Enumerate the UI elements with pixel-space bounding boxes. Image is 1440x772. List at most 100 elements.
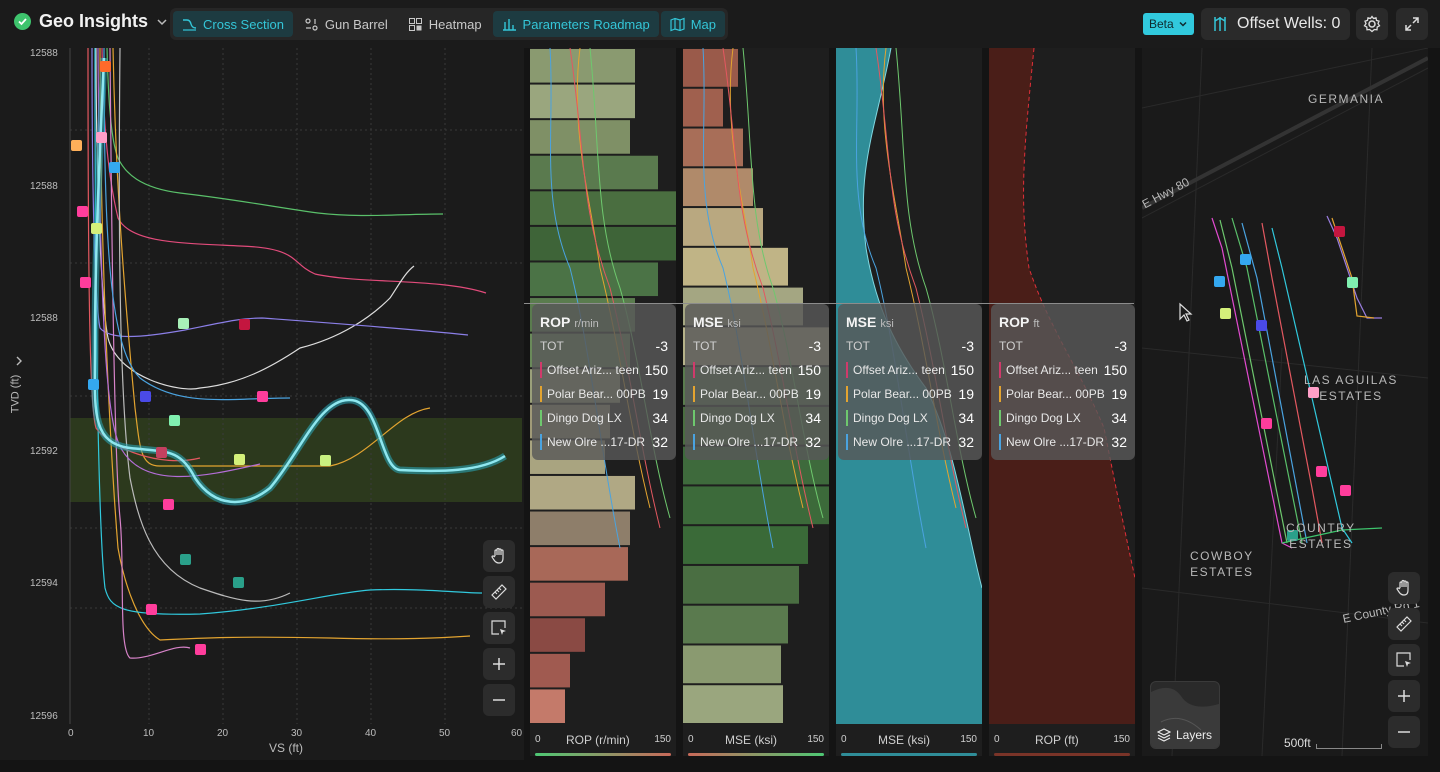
- track-tooltip: ROP ft TOT -3 Offset Ariz... teen 150 Polar…: [991, 304, 1135, 460]
- select-area-icon: [1396, 652, 1411, 667]
- tab-label: Map: [690, 16, 717, 32]
- track-axis-label: MSE (ksi): [725, 733, 777, 747]
- well-marker[interactable]: [195, 644, 206, 655]
- x-tick: 40: [365, 728, 377, 739]
- well-marker[interactable]: [180, 554, 191, 565]
- well-marker[interactable]: [233, 577, 244, 588]
- tab-cross-section[interactable]: Cross Section: [173, 11, 293, 37]
- well-marker[interactable]: [88, 379, 99, 390]
- well-marker[interactable]: [100, 61, 111, 72]
- well-marker[interactable]: [71, 140, 82, 151]
- x-tick: 10: [143, 728, 155, 739]
- chevron-down-icon: [1179, 21, 1187, 27]
- well-marker[interactable]: [234, 454, 245, 465]
- x-tick: 30: [291, 728, 303, 739]
- map-zoom-out-button[interactable]: [1388, 716, 1420, 748]
- x-tick: 20: [217, 728, 229, 739]
- well-marker[interactable]: [320, 455, 331, 466]
- x-axis-label: VS (ft): [269, 741, 304, 755]
- well-marker[interactable]: [146, 604, 157, 615]
- well-marker[interactable]: [257, 391, 268, 402]
- map-scale-bar: [1316, 744, 1382, 749]
- map-zoom-in-button[interactable]: [1388, 680, 1420, 712]
- plus-icon: [1398, 690, 1410, 702]
- hand-icon: [1396, 579, 1409, 596]
- well-marker[interactable]: [156, 447, 167, 458]
- hand-icon: [491, 547, 504, 564]
- well-marker[interactable]: [1240, 254, 1251, 265]
- x-tick: 50: [439, 728, 451, 739]
- tab-gun-barrel[interactable]: Gun Barrel: [295, 11, 397, 37]
- well-marker[interactable]: [1256, 320, 1267, 331]
- tab-label: Cross Section: [203, 16, 284, 32]
- map-panel[interactable]: GERMANIA E Hwy 80 LAS AGUILAS ESTATES CO…: [1142, 48, 1428, 756]
- well-marker[interactable]: [140, 391, 151, 402]
- well-marker[interactable]: [1334, 226, 1345, 237]
- track-max: 150: [1113, 734, 1130, 745]
- well-marker[interactable]: [169, 415, 180, 426]
- tab-heatmap[interactable]: Heatmap: [399, 11, 491, 37]
- ruler-button[interactable]: [483, 576, 515, 608]
- well-marker[interactable]: [80, 277, 91, 288]
- tooltip-title: ROP ft: [999, 314, 1040, 330]
- well-marker[interactable]: [239, 319, 250, 330]
- ruler-icon: [491, 584, 507, 600]
- well-marker[interactable]: [77, 206, 88, 217]
- well-marker[interactable]: [1316, 466, 1327, 477]
- tab-label: Gun Barrel: [324, 16, 388, 32]
- track-min: 0: [535, 734, 541, 745]
- track-footer: 0 ROP (ft) 150: [989, 727, 1135, 756]
- zoom-out-button[interactable]: [483, 684, 515, 716]
- parameters-roadmap-icon: [502, 18, 516, 31]
- layers-label: Layers: [1176, 728, 1213, 742]
- top-bar: Geo Insights Cross Section Gun Barrel He…: [0, 0, 1440, 48]
- tab-parameters-roadmap[interactable]: Parameters Roadmap: [492, 11, 659, 37]
- minus-icon: [493, 699, 505, 701]
- offset-wells-button[interactable]: Offset Wells: 0: [1201, 8, 1351, 40]
- expand-icon: [1405, 17, 1419, 31]
- track-footer: 0 ROP (r/min) 150: [530, 727, 676, 756]
- track-max: 150: [960, 734, 977, 745]
- beta-label: Beta: [1149, 17, 1174, 31]
- map-ruler-button[interactable]: [1388, 608, 1420, 640]
- offset-wells-label: Offset Wells: 0: [1237, 15, 1341, 32]
- tab-label: Heatmap: [428, 16, 482, 32]
- chevron-down-icon: [157, 18, 167, 25]
- fullscreen-button[interactable]: [1396, 8, 1428, 40]
- tooltip-title: MSE ksi: [693, 314, 741, 330]
- track-axis-label: MSE (ksi): [878, 733, 930, 747]
- pan-button[interactable]: [483, 540, 515, 572]
- track-axis-label: ROP (ft): [1035, 733, 1079, 747]
- gear-icon: [1363, 15, 1381, 33]
- well-marker[interactable]: [1340, 485, 1351, 496]
- select-area-button[interactable]: [483, 612, 515, 644]
- map-scale-label: 500ft: [1284, 736, 1311, 750]
- well-marker[interactable]: [96, 132, 107, 143]
- layers-button[interactable]: Layers: [1150, 681, 1220, 749]
- view-tabs: Cross Section Gun Barrel Heatmap Paramet…: [170, 8, 729, 40]
- well-marker[interactable]: [1261, 418, 1272, 429]
- gun-barrel-icon: [305, 17, 318, 31]
- settings-button[interactable]: [1356, 8, 1388, 40]
- well-marker[interactable]: [91, 223, 102, 234]
- map-select-area-button[interactable]: [1388, 644, 1420, 676]
- well-marker[interactable]: [109, 162, 120, 173]
- track-tooltip: MSE ksi TOT -3 Offset Ariz... teen 150 Pola…: [838, 304, 982, 460]
- well-marker[interactable]: [163, 499, 174, 510]
- ruler-icon: [1396, 616, 1412, 632]
- beta-dropdown[interactable]: Beta: [1143, 13, 1194, 35]
- app-title-dropdown[interactable]: Geo Insights: [14, 11, 168, 32]
- well-marker[interactable]: [1347, 277, 1358, 288]
- x-tick: 60: [511, 728, 523, 739]
- well-marker[interactable]: [1220, 308, 1231, 319]
- well-marker[interactable]: [1214, 276, 1225, 287]
- tab-map[interactable]: Map: [660, 11, 726, 37]
- zoom-in-button[interactable]: [483, 648, 515, 680]
- layers-icon: [1157, 728, 1171, 742]
- tab-label: Parameters Roadmap: [522, 16, 650, 32]
- well-marker[interactable]: [178, 318, 189, 329]
- cross-section-plot[interactable]: [0, 48, 524, 760]
- tooltip-title: MSE ksi: [846, 314, 894, 330]
- map-label-las-aguilas: LAS AGUILAS ESTATES: [1304, 373, 1398, 403]
- map-pan-button[interactable]: [1388, 572, 1420, 604]
